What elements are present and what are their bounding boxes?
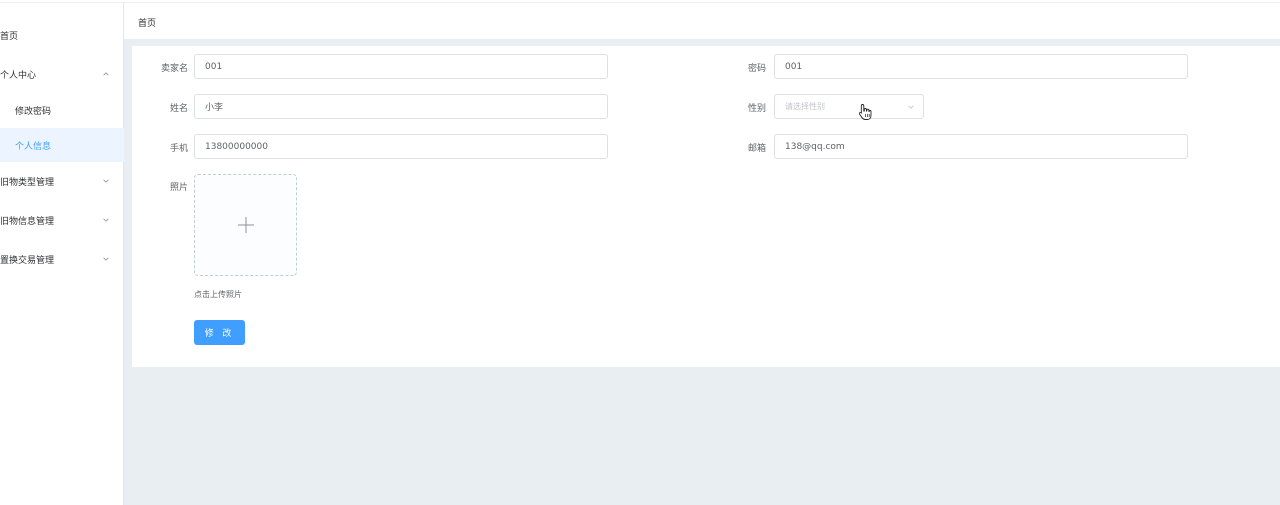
plus-icon: [237, 217, 254, 233]
phone-value: 13800000000: [205, 141, 268, 152]
name-input[interactable]: 小李: [194, 94, 608, 119]
sidebar-item-label: 个人中心: [0, 70, 37, 81]
password-label: 密码: [747, 64, 766, 74]
gender-placeholder: 请选择性别: [785, 102, 825, 111]
header: 首页: [124, 3, 1280, 39]
sidebar-item-label: 旧物类型管理: [0, 177, 55, 188]
sidebar-item-label: 旧物信息管理: [0, 216, 55, 227]
sidebar-item-item-type-mgmt[interactable]: 旧物类型管理: [0, 162, 124, 200]
sidebar-item-item-info-mgmt[interactable]: 旧物信息管理: [0, 201, 124, 239]
name-label: 姓名: [169, 104, 188, 114]
email-input[interactable]: 138@qq.com: [774, 134, 1188, 159]
password-input[interactable]: 001: [774, 54, 1188, 79]
sidebar-item-exchange-mgmt[interactable]: 置换交易管理: [0, 240, 124, 278]
hand-pointer-icon: [858, 104, 872, 120]
sidebar-item-label: 置换交易管理: [0, 255, 55, 266]
gender-label: 性别: [747, 104, 766, 114]
seller-name-label: 卖家名: [160, 64, 188, 74]
upload-tip: 点击上传照片: [194, 290, 242, 299]
sidebar-item-home[interactable]: 首页: [0, 16, 124, 54]
chevron-down-icon: [101, 254, 111, 264]
chevron-down-icon: [101, 215, 111, 225]
photo-label: 照片: [169, 183, 188, 193]
sidebar-item-label: 修改密码: [15, 106, 52, 117]
sidebar-subitem-change-password[interactable]: 修改密码: [0, 93, 124, 127]
chevron-down-icon: [908, 105, 914, 109]
submit-button-label: 修 改: [204, 329, 235, 339]
seller-name-input[interactable]: 001: [194, 54, 608, 79]
email-value: 138@qq.com: [785, 141, 845, 152]
sidebar-item-label: 首页: [0, 31, 19, 42]
sidebar-item-label: 个人信息: [15, 141, 52, 152]
gender-select[interactable]: 请选择性别: [774, 94, 924, 119]
chevron-down-icon: [101, 176, 111, 186]
main-content: 卖家名 001 密码 001 姓名 小李 性别 请选择性别 手机 1380000…: [124, 39, 1280, 505]
sidebar: 首页 个人中心 修改密码 个人信息 旧物类型管理 旧物信息管理 置换交易管理: [0, 3, 124, 505]
profile-form-card: 卖家名 001 密码 001 姓名 小李 性别 请选择性别 手机 1380000…: [132, 46, 1280, 367]
name-value: 小李: [205, 103, 224, 113]
sidebar-subitem-personal-info[interactable]: 个人信息: [0, 128, 124, 162]
password-value: 001: [785, 61, 803, 72]
submit-button[interactable]: 修 改: [194, 320, 245, 345]
seller-name-value: 001: [205, 61, 223, 72]
sidebar-item-personal-center[interactable]: 个人中心: [0, 55, 124, 93]
breadcrumb[interactable]: 首页: [138, 16, 156, 29]
phone-label: 手机: [169, 144, 188, 154]
email-label: 邮箱: [747, 144, 766, 154]
photo-upload[interactable]: [194, 174, 297, 276]
phone-input[interactable]: 13800000000: [194, 134, 608, 159]
chevron-up-icon: [101, 69, 111, 79]
